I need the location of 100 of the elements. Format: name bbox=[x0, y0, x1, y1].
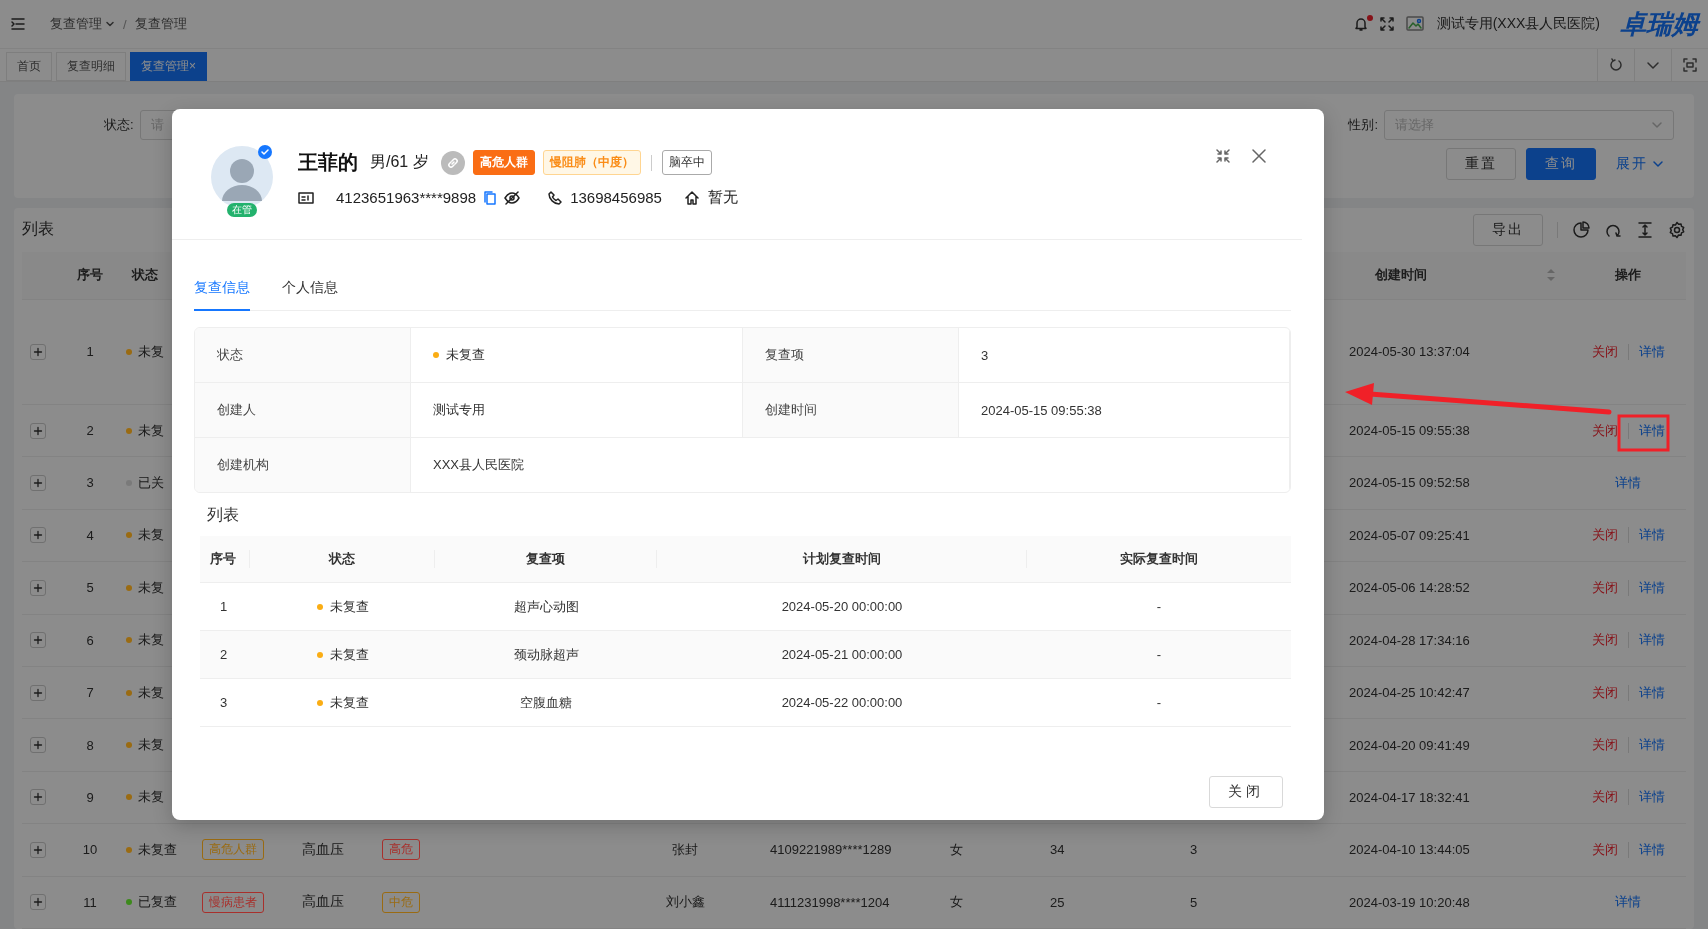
detail-link[interactable]: 详情 bbox=[1638, 578, 1665, 597]
close-button[interactable]: 关闭 bbox=[1209, 776, 1283, 808]
detail-link[interactable]: 详情 bbox=[1638, 526, 1665, 545]
dialog-tab[interactable]: 复查信息 bbox=[194, 279, 250, 311]
field-label: 创建机构 bbox=[195, 438, 411, 492]
table-cell: - bbox=[1156, 695, 1162, 710]
sex: 女 bbox=[950, 893, 963, 912]
row-number: 5 bbox=[86, 580, 94, 596]
dialog-tab[interactable]: 个人信息 bbox=[282, 279, 338, 311]
status-badge: 在管 bbox=[227, 203, 257, 217]
tag: 高危人群 bbox=[202, 839, 264, 861]
section-title: 列表 bbox=[207, 505, 240, 525]
breadcrumb-separator: / bbox=[123, 16, 127, 32]
phone-number: 13698456985 bbox=[570, 189, 662, 206]
created-time: 2024-05-06 14:28:52 bbox=[1349, 580, 1470, 596]
detail-link[interactable]: 详情 bbox=[1638, 736, 1665, 755]
status-text: 未复 bbox=[138, 736, 164, 755]
created-time: 2024-04-17 18:32:41 bbox=[1349, 789, 1470, 805]
created-time: 2024-03-19 10:20:48 bbox=[1349, 894, 1470, 910]
column-header[interactable]: 创建时间 bbox=[1375, 266, 1427, 285]
row-number: 8 bbox=[86, 737, 94, 753]
table-cell: 颈动脉超声 bbox=[513, 645, 579, 664]
expand-link[interactable]: 展开 bbox=[1606, 152, 1674, 176]
field-label: 创建时间 bbox=[743, 383, 959, 438]
status-text: 未复 bbox=[138, 788, 164, 807]
disease-name: 高血压 bbox=[302, 893, 344, 912]
filter-button[interactable]: 查询 bbox=[1526, 148, 1596, 180]
breadcrumb-item[interactable]: 复查管理 bbox=[50, 15, 115, 33]
close-link[interactable]: 关闭 bbox=[1591, 578, 1618, 597]
patient-tag: 脑卒中 bbox=[661, 150, 712, 175]
detail-link[interactable]: 详情 bbox=[1638, 631, 1665, 650]
tag: 慢病患者 bbox=[202, 891, 264, 913]
list-title: 列表 bbox=[22, 219, 54, 240]
close-link[interactable]: 关闭 bbox=[1591, 683, 1618, 702]
age: 25 bbox=[1050, 894, 1065, 910]
row-number: 10 bbox=[82, 842, 98, 858]
close-link[interactable]: 关闭 bbox=[1591, 631, 1618, 650]
table-cell: 超声心动图 bbox=[513, 597, 579, 616]
detail-link[interactable]: 详情 bbox=[1638, 421, 1665, 440]
tag: 中危 bbox=[382, 891, 420, 913]
detail-link[interactable]: 详情 bbox=[1638, 840, 1665, 859]
age: 34 bbox=[1050, 842, 1065, 858]
table-cell: 2024-05-21 00:00:00 bbox=[781, 647, 903, 662]
created-time: 2024-05-15 09:55:38 bbox=[1349, 423, 1470, 438]
table-cell: 2 bbox=[220, 647, 228, 662]
table-cell: 3 bbox=[220, 695, 228, 710]
field-value: 3 bbox=[981, 347, 989, 363]
column-header: 实际复查时间 bbox=[1119, 550, 1199, 568]
patient-tag: 慢阻肺（中度） bbox=[542, 150, 641, 175]
count: 3 bbox=[1190, 842, 1198, 858]
status-text: 未复查 bbox=[138, 840, 177, 859]
close-link[interactable]: 关闭 bbox=[1591, 342, 1618, 361]
detail-link[interactable]: 详情 bbox=[1615, 893, 1641, 912]
breadcrumb-item[interactable]: 复查管理 bbox=[134, 15, 187, 33]
created-time: 2024-05-15 09:52:58 bbox=[1349, 475, 1470, 491]
column-header: 状态 bbox=[130, 266, 159, 285]
status-text: 未复 bbox=[138, 526, 164, 545]
sex: 女 bbox=[950, 840, 963, 859]
detail-link[interactable]: 详情 bbox=[1638, 683, 1665, 702]
close-link[interactable]: 关闭 bbox=[1591, 736, 1618, 755]
disease-name: 高血压 bbox=[302, 840, 344, 859]
filter-button[interactable]: 重置 bbox=[1446, 148, 1516, 180]
page-tab[interactable]: 复查管理× bbox=[130, 52, 207, 81]
page-tab[interactable]: 复查明细 bbox=[56, 52, 126, 81]
close-link[interactable]: 关闭 bbox=[1591, 788, 1618, 807]
export-button[interactable]: 导出 bbox=[1473, 213, 1543, 246]
status-text: 未复 bbox=[138, 421, 164, 440]
created-time: 2024-04-28 17:34:16 bbox=[1349, 632, 1470, 648]
row-number: 4 bbox=[86, 527, 94, 543]
tag: 高危 bbox=[382, 839, 420, 861]
detail-link[interactable]: 详情 bbox=[1638, 342, 1665, 361]
row-number: 11 bbox=[83, 894, 97, 910]
close-link[interactable]: 关闭 bbox=[1591, 526, 1618, 545]
close-link[interactable]: 关闭 bbox=[1591, 840, 1618, 859]
patient-name: 刘小鑫 bbox=[665, 893, 705, 912]
field-value: 2024-05-15 09:55:38 bbox=[981, 402, 1102, 418]
field-label: 状态 bbox=[195, 328, 411, 383]
patient-sex-age: 男/61 岁 bbox=[370, 152, 429, 172]
column-header: 计划复查时间 bbox=[657, 550, 1027, 568]
detail-link[interactable]: 详情 bbox=[1615, 473, 1641, 492]
field-label: 复查项 bbox=[743, 328, 959, 383]
column-header: 序号 bbox=[200, 550, 250, 568]
row-number: 9 bbox=[86, 789, 94, 805]
detail-link[interactable]: 详情 bbox=[1638, 788, 1665, 807]
created-time: 2024-04-25 10:42:47 bbox=[1349, 685, 1470, 701]
filter-label: 状态: bbox=[104, 116, 134, 134]
table-cell: - bbox=[1156, 599, 1162, 614]
user-name[interactable]: 测试专用(XXX县人民医院) bbox=[1436, 15, 1600, 33]
filter-label: 性别: bbox=[1348, 116, 1378, 134]
page-tab[interactable]: 首页 bbox=[6, 52, 52, 81]
table-cell: - bbox=[1156, 647, 1162, 662]
count: 5 bbox=[1190, 894, 1198, 910]
created-time: 2024-05-07 09:25:41 bbox=[1349, 527, 1470, 543]
row-number: 7 bbox=[86, 685, 94, 701]
table-cell: 空腹血糖 bbox=[520, 693, 572, 712]
close-link[interactable]: 关闭 bbox=[1591, 421, 1618, 440]
table-cell: 未复查 bbox=[329, 645, 369, 664]
status-text: 未复 bbox=[138, 578, 164, 597]
id-number: 4111231998****1204 bbox=[770, 894, 890, 910]
row-number: 3 bbox=[86, 475, 94, 491]
